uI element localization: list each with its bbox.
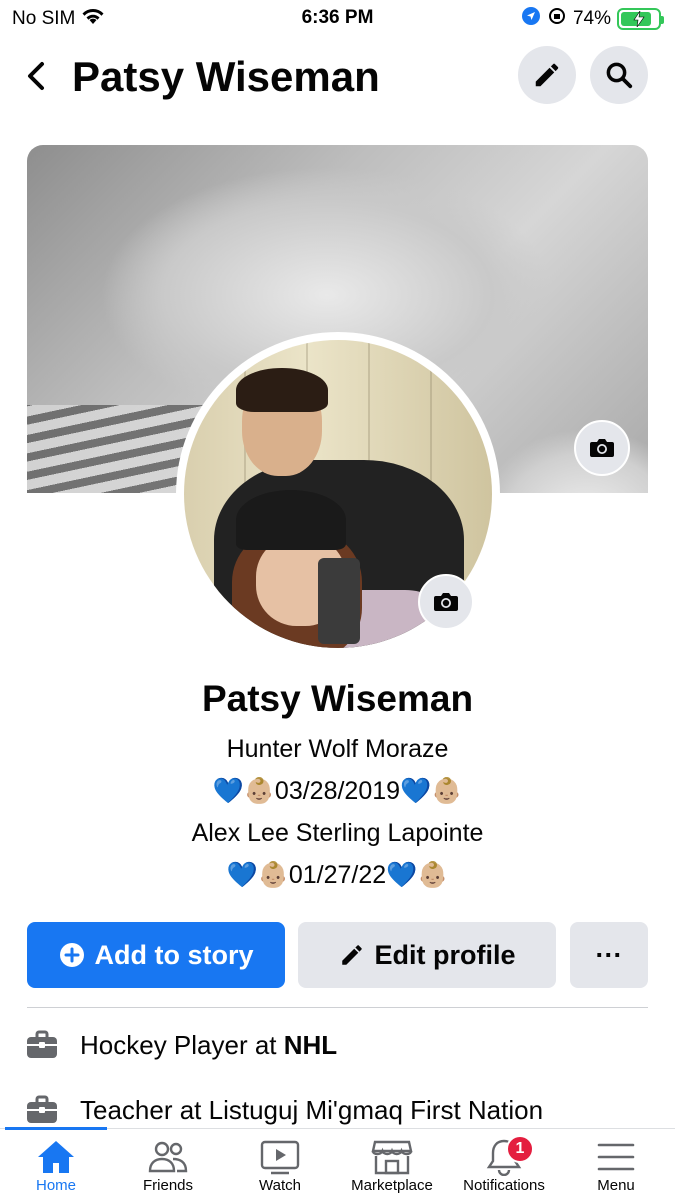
menu-icon (596, 1137, 636, 1177)
search-icon (606, 62, 633, 89)
divider (27, 1007, 648, 1008)
edit-profile-button[interactable]: Edit profile (298, 922, 556, 988)
header-title: Patsy Wiseman (72, 53, 380, 100)
tab-home[interactable]: Home (0, 1137, 112, 1197)
profile-header: Patsy Wiseman (0, 42, 675, 112)
battery-percent: 74% (572, 8, 611, 29)
work-entry[interactable]: Hockey Player at NHL (24, 1025, 664, 1065)
status-right: 74% (521, 6, 664, 32)
camera-icon (590, 439, 614, 457)
location-icon (521, 6, 541, 32)
tab-menu[interactable]: Menu (560, 1137, 672, 1197)
friends-icon (147, 1137, 189, 1177)
tab-label: Home (35, 1177, 76, 1194)
profile-bio: Hunter Wolf Moraze 💙👶🏼03/28/2019💙👶🏼 Alex… (0, 730, 675, 898)
avatar-camera-button[interactable] (418, 574, 474, 630)
more-icon: ··· (595, 939, 623, 970)
tab-notifications[interactable]: 1 Notifications (448, 1135, 560, 1197)
camera-icon (434, 593, 458, 611)
bio-line: 💙👶🏼03/28/2019💙👶🏼 (212, 777, 463, 805)
briefcase-icon (24, 1094, 60, 1126)
rotation-lock-icon (547, 6, 567, 32)
tab-label: Friends (142, 1177, 194, 1194)
briefcase-icon (24, 1029, 60, 1061)
tab-label: Menu (597, 1177, 635, 1194)
work-entry[interactable]: Teacher at Listuguj Mi'gmaq First Nation (24, 1090, 664, 1130)
bell-icon: 1 (484, 1135, 534, 1177)
marketplace-icon (371, 1137, 413, 1177)
tab-marketplace[interactable]: Marketplace (336, 1137, 448, 1197)
work-entry-text: Teacher at Listuguj Mi'gmaq First Nation (80, 1094, 544, 1125)
edit-button[interactable] (518, 46, 576, 104)
tab-label: Notifications (463, 1177, 545, 1194)
tab-watch[interactable]: Watch (224, 1137, 336, 1197)
bottom-tab-bar: Home Friends Watch Marketplace 1 Notific… (0, 1127, 675, 1200)
add-to-story-label: Add to story (94, 939, 254, 970)
pencil-icon (341, 945, 362, 965)
profile-name: Patsy Wiseman (201, 678, 474, 719)
add-to-story-button[interactable]: Add to story (27, 922, 285, 988)
bio-line: Alex Lee Sterling Lapointe (191, 819, 484, 847)
tab-friends[interactable]: Friends (112, 1137, 224, 1197)
tab-label: Watch (259, 1177, 301, 1194)
active-tab-indicator (5, 1127, 107, 1130)
edit-profile-label: Edit profile (374, 939, 516, 970)
chevron-left-icon (28, 62, 44, 90)
tab-label: Marketplace (351, 1177, 433, 1194)
watch-icon (259, 1137, 301, 1177)
home-icon (36, 1137, 76, 1177)
plus-circle-icon (59, 943, 84, 967)
battery-icon (617, 8, 664, 30)
bio-line: 💙👶🏼01/27/22💙👶🏼 (226, 861, 449, 889)
profile-actions: Add to story Edit profile ··· (27, 922, 648, 988)
search-button[interactable] (590, 46, 648, 104)
back-button[interactable] (18, 56, 54, 96)
work-entry-text: Hockey Player at NHL (80, 1029, 338, 1060)
notification-badge: 1 (506, 1135, 534, 1163)
status-bar: No SIM 6:36 PM 74% (0, 0, 675, 36)
more-options-button[interactable]: ··· (570, 922, 648, 988)
cover-camera-button[interactable] (574, 420, 630, 476)
pencil-icon (535, 63, 559, 87)
bio-line: Hunter Wolf Moraze (226, 735, 449, 763)
